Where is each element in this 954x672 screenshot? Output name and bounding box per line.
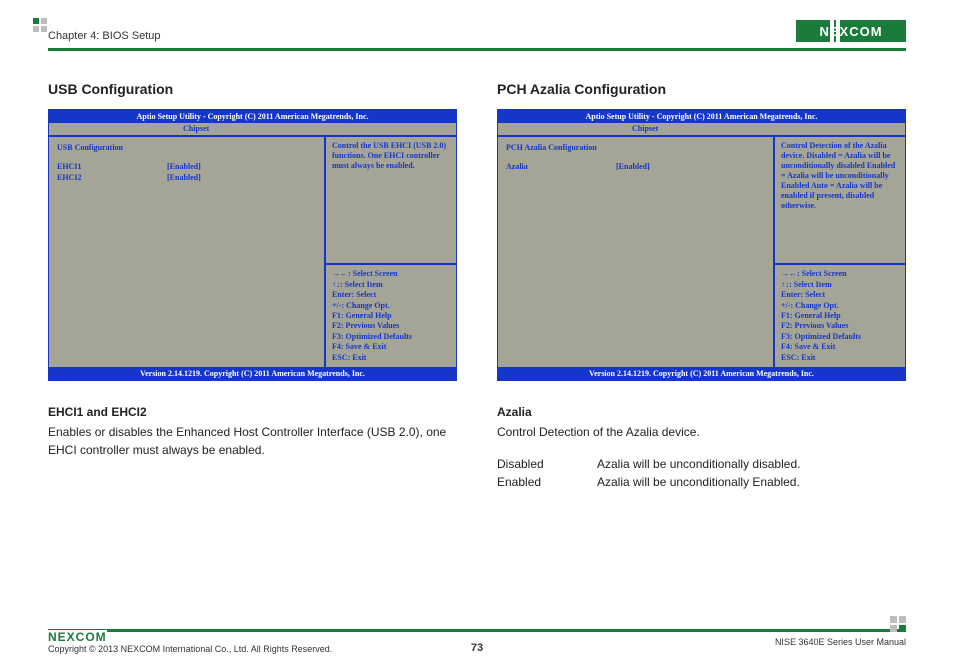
nexcom-logo-footer: NEXCOM [48,630,107,644]
bios-item-value: [Enabled] [167,173,201,182]
bios-row-ehci1: EHCI1 [Enabled] [57,162,316,171]
bios-screenshot-usb: Aptio Setup Utility - Copyright (C) 2011… [48,109,457,381]
bios-key-legend: →←: Select Screen ↑↓: Select Item Enter:… [326,263,456,367]
desc-val: Azalia will be unconditionally disabled. [597,455,800,473]
desc-body: Enables or disables the Enhanced Host Co… [48,423,457,459]
page-number: 73 [471,642,483,654]
desc-key: Enabled [497,473,597,491]
bios-header: Aptio Setup Utility - Copyright (C) 2011… [49,110,456,123]
chapter-title: Chapter 4: BIOS Setup [48,30,161,42]
nexcom-logo: NEXCOM [796,20,906,42]
desc-body: Control Detection of the Azalia device. [497,423,906,441]
bios-item-value: [Enabled] [616,162,650,171]
bios-settings-pane: USB Configuration EHCI1 [Enabled] EHCI2 … [49,137,326,367]
bios-item-value: [Enabled] [167,162,201,171]
corner-decoration-top-left [33,18,47,32]
bios-item-label: EHCI1 [57,162,167,171]
bios-tabrow: Chipset [49,123,456,137]
bios-tab-chipset: Chipset [628,123,662,134]
bios-section-label: PCH Azalia Configuration [506,143,765,152]
desc-val: Azalia will be unconditionally Enabled. [597,473,800,491]
bios-row-azalia: Azalia [Enabled] [506,162,765,171]
bios-item-label: EHCI2 [57,173,167,182]
copyright-text: Copyright © 2013 NEXCOM International Co… [48,644,332,654]
section-title-usb: USB Configuration [48,81,457,97]
bios-row-ehci2: EHCI2 [Enabled] [57,173,316,182]
bios-settings-pane: PCH Azalia Configuration Azalia [Enabled… [498,137,775,367]
description-azalia: Azalia Control Detection of the Azalia d… [497,403,906,491]
left-column: USB Configuration Aptio Setup Utility - … [48,81,457,491]
desc-key: Disabled [497,455,597,473]
bios-footer: Version 2.14.1219. Copyright (C) 2011 Am… [498,367,905,380]
section-title-azalia: PCH Azalia Configuration [497,81,906,97]
bios-item-label: Azalia [506,162,616,171]
header-rule [48,48,906,51]
bios-section-label: USB Configuration [57,143,316,152]
desc-heading: Azalia [497,403,906,421]
bios-footer: Version 2.14.1219. Copyright (C) 2011 Am… [49,367,456,380]
page-header: Chapter 4: BIOS Setup NEXCOM [48,20,906,46]
right-column: PCH Azalia Configuration Aptio Setup Uti… [497,81,906,491]
manual-title: NISE 3640E Series User Manual [775,637,906,647]
bios-header: Aptio Setup Utility - Copyright (C) 2011… [498,110,905,123]
desc-table: Disabled Enabled Azalia will be uncondit… [497,455,906,491]
bios-tabrow: Chipset [498,123,905,137]
bios-tab-chipset: Chipset [179,123,213,134]
bios-help-text: Control Detection of the Azalia device. … [775,137,905,263]
bios-screenshot-azalia: Aptio Setup Utility - Copyright (C) 2011… [497,109,906,381]
bios-help-text: Control the USB EHCI (USB 2.0) functions… [326,137,456,263]
description-usb: EHCI1 and EHCI2 Enables or disables the … [48,403,457,459]
desc-heading: EHCI1 and EHCI2 [48,403,457,421]
bios-key-legend: →←: Select Screen ↑↓: Select Item Enter:… [775,263,905,367]
